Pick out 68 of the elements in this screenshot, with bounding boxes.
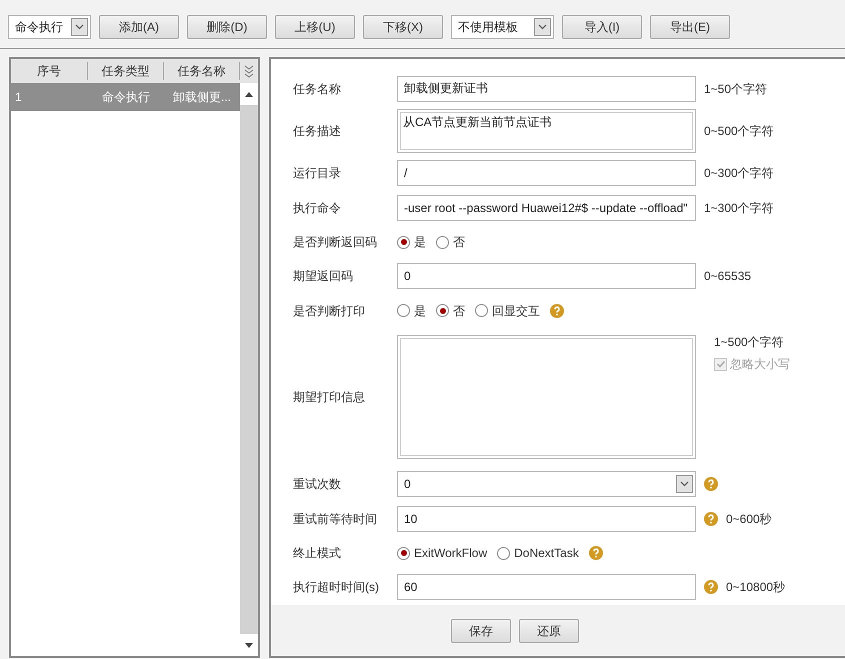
radio-label[interactable]: ExitWorkFlow (414, 544, 488, 562)
toolbar-button[interactable]: 导出(E) (650, 15, 730, 39)
toolbar-button[interactable]: 添加(A) (99, 15, 179, 39)
radio-button[interactable] (436, 304, 449, 318)
field-label: 任务描述 (293, 122, 342, 140)
help-icon[interactable] (550, 304, 564, 318)
scroll-down-button[interactable] (240, 634, 258, 656)
hint-text: 0~600秒 (726, 510, 772, 528)
table-cell-text: 1 (14, 89, 23, 106)
dropdown-field[interactable]: 命令执行 (8, 15, 91, 39)
column-header[interactable]: 序号 (11, 62, 88, 80)
dropdown-field[interactable]: 不使用模板 (451, 15, 554, 39)
toolbar-button[interactable]: 上移(U) (275, 15, 355, 39)
column-header[interactable]: 任务类型 (88, 62, 164, 80)
field-label: 是否判断打印 (293, 302, 366, 320)
radio-label[interactable]: 是 (414, 233, 426, 252)
hint-text: 0~300个字符 (704, 164, 774, 182)
help-icon[interactable] (704, 512, 718, 526)
table-cell-text: 命令执行 (101, 89, 151, 106)
radio-button[interactable] (397, 304, 410, 318)
field-label: 期望打印信息 (293, 388, 366, 406)
radio-label[interactable]: 否 (453, 233, 465, 252)
field-label: 重试前等待时间 (293, 510, 378, 528)
radio-label[interactable]: 回显交互 (492, 302, 540, 320)
radio-button[interactable] (475, 304, 488, 318)
footer-button[interactable]: 还原 (519, 618, 579, 642)
radio-button[interactable] (497, 546, 510, 560)
text-field[interactable]: 卸载侧更新证书 (397, 76, 696, 102)
toolbar-button[interactable]: 下移(X) (363, 15, 443, 39)
field-label: 执行命令 (293, 200, 342, 217)
radio-button[interactable] (397, 546, 410, 560)
hint-text: 1~500个字符 (714, 334, 785, 352)
field-label: 运行目录 (293, 164, 342, 182)
hint-text: 0~65535 (704, 268, 752, 286)
text-field[interactable]: 60 (397, 574, 696, 600)
text-field[interactable]: -user root --password Huawei12#$ --update --offload" (397, 194, 696, 221)
radio-label[interactable]: DoNextTask (514, 544, 579, 562)
radio-button[interactable] (397, 236, 410, 249)
field-label: 执行超时时间(s) (293, 579, 380, 596)
down-arrow-icon (245, 642, 253, 648)
toolbar-button[interactable]: 导入(I) (562, 15, 642, 39)
expected-output-field[interactable] (397, 334, 696, 459)
hint-text: 1~50个字符 (704, 80, 768, 98)
field-label: 期望返回码 (293, 268, 354, 286)
scroll-up-button[interactable] (240, 83, 258, 105)
toolbar-button[interactable]: 删除(D) (187, 15, 267, 39)
up-arrow-icon (245, 92, 253, 96)
column-chooser-icon[interactable] (240, 59, 258, 83)
dropdown-field[interactable]: 0 (397, 470, 696, 497)
footer-button[interactable]: 保存 (451, 618, 511, 642)
field-label: 重试次数 (293, 476, 342, 493)
table-cell-text: 卸载侧更... (172, 89, 232, 106)
description-field[interactable]: 从CA节点更新当前节点证书 (397, 108, 696, 153)
hint-text: 1~300个字符 (704, 200, 774, 217)
field-label: 是否判断返回码 (293, 234, 378, 252)
text-field[interactable]: / (397, 160, 696, 186)
help-icon[interactable] (704, 476, 718, 491)
field-label: 终止模式 (293, 545, 342, 562)
radio-label[interactable]: 是 (414, 302, 426, 320)
help-icon[interactable] (704, 580, 718, 594)
radio-label[interactable]: 否 (453, 302, 465, 320)
help-icon[interactable] (588, 546, 603, 560)
text-field[interactable]: 0 (397, 263, 696, 290)
radio-button[interactable] (436, 236, 449, 249)
field-label: 任务名称 (293, 80, 342, 98)
text-field[interactable]: 10 (397, 506, 696, 532)
hint-text: 0~500个字符 (704, 122, 774, 140)
hint-text: 0~10800秒 (726, 579, 786, 596)
